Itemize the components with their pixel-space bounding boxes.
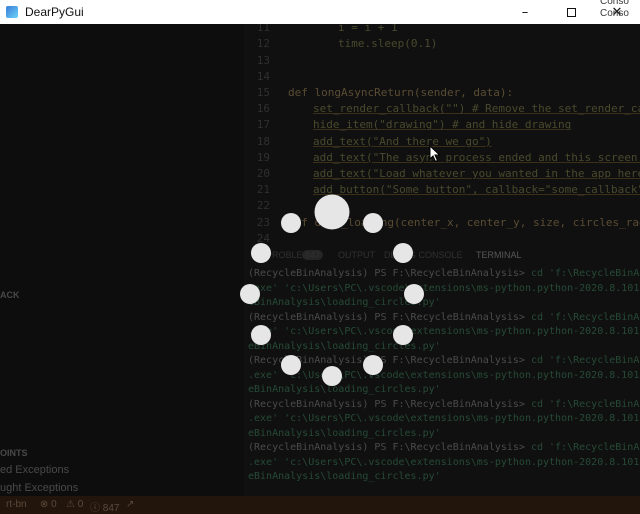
corner-panel-label: Conso Conso	[600, 0, 640, 20]
corner-label-2: Conso	[600, 8, 629, 19]
spinner-dot	[281, 213, 301, 233]
spinner-dot	[404, 284, 424, 304]
spinner-dot	[363, 213, 383, 233]
loading-spinner	[240, 194, 424, 386]
mouse-cursor-icon	[429, 145, 441, 163]
app-icon	[6, 6, 18, 18]
spinner-dot	[240, 284, 260, 304]
spinner-dot	[281, 355, 301, 375]
maximize-button[interactable]	[548, 0, 594, 24]
maximize-icon	[566, 7, 576, 17]
spinner-dot	[314, 194, 350, 230]
spinner-dot	[393, 325, 413, 345]
window-titlebar[interactable]: DearPyGui – ✕	[0, 0, 640, 24]
spinner-dot	[251, 325, 271, 345]
spinner-dot	[251, 243, 271, 263]
spinner-dot	[393, 243, 413, 263]
corner-label-1: Conso	[600, 0, 629, 7]
spinner-dot	[322, 366, 342, 386]
window-title: DearPyGui	[25, 5, 84, 19]
minimize-button[interactable]: –	[502, 0, 548, 24]
spinner-dot	[363, 355, 383, 375]
